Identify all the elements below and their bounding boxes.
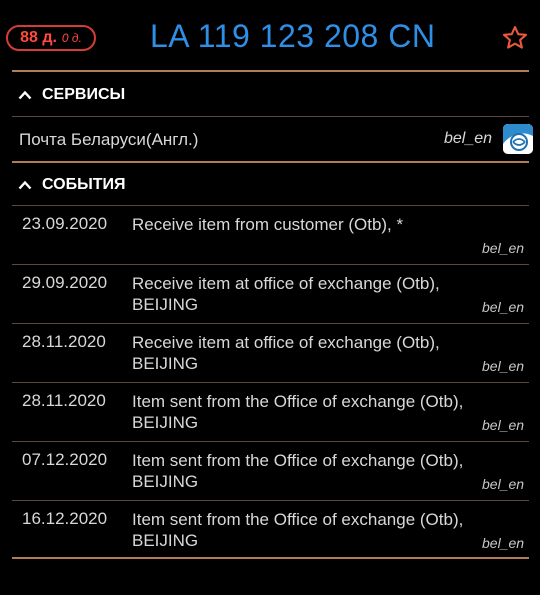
belpost-logo-icon	[503, 124, 533, 154]
event-date: 29.09.2020	[22, 273, 108, 292]
days-since-update: 0 д.	[61, 31, 82, 45]
event-source-code: bel_en	[482, 417, 525, 433]
event-date: 16.12.2020	[22, 509, 108, 528]
service-item[interactable]: Почта Беларуси(Англ.) bel_en	[0, 117, 540, 161]
chevron-up-icon	[18, 180, 32, 190]
days-total: 88 д.	[20, 29, 57, 46]
event-date: 07.12.2020	[22, 450, 108, 469]
event-description: Item sent from the Office of exchange (O…	[132, 392, 464, 432]
chevron-up-icon	[18, 90, 32, 100]
header: 88 д. 0 д. LA 119 123 208 CN	[0, 0, 540, 72]
event-description: Receive item from customer (Otb), *	[132, 215, 404, 234]
header-divider	[12, 70, 529, 72]
event-row[interactable]: 28.11.2020 Receive item at office of exc…	[0, 324, 540, 382]
event-row[interactable]: 07.12.2020 Item sent from the Office of …	[0, 442, 540, 500]
days-in-transit-badge: 88 д. 0 д.	[6, 25, 96, 51]
event-description: Receive item at office of exchange (Otb)…	[132, 274, 440, 314]
event-row[interactable]: 29.09.2020 Receive item at office of exc…	[0, 265, 540, 323]
event-date: 28.11.2020	[22, 391, 106, 410]
events-section-title: СОБЫТИЯ	[42, 176, 126, 193]
event-date: 28.11.2020	[22, 332, 106, 351]
services-section-header[interactable]: СЕРВИСЫ	[18, 86, 125, 104]
event-source-code: bel_en	[482, 240, 525, 256]
star-icon[interactable]	[501, 24, 529, 52]
event-date: 23.09.2020	[22, 214, 108, 233]
events-bottom-divider	[12, 557, 529, 559]
events-section-header[interactable]: СОБЫТИЯ	[18, 176, 126, 194]
services-section-title: СЕРВИСЫ	[42, 86, 126, 103]
event-row[interactable]: 16.12.2020 Item sent from the Office of …	[0, 501, 540, 559]
service-name: Почта Беларуси(Англ.)	[19, 130, 199, 149]
event-row[interactable]: 23.09.2020 Receive item from customer (O…	[0, 206, 540, 264]
event-description: Item sent from the Office of exchange (O…	[132, 451, 464, 491]
event-row[interactable]: 28.11.2020 Item sent from the Office of …	[0, 383, 540, 441]
event-source-code: bel_en	[482, 476, 525, 492]
event-description: Receive item at office of exchange (Otb)…	[132, 333, 440, 373]
services-divider	[12, 161, 529, 163]
event-source-code: bel_en	[482, 535, 525, 551]
event-source-code: bel_en	[482, 358, 525, 374]
tracking-number[interactable]: LA 119 123 208 CN	[150, 18, 435, 55]
event-description: Item sent from the Office of exchange (O…	[132, 510, 464, 550]
event-source-code: bel_en	[482, 299, 525, 315]
tracking-details-screen: 88 д. 0 д. LA 119 123 208 CN СЕРВИСЫ Поч…	[0, 0, 540, 595]
service-code: bel_en	[444, 130, 493, 147]
